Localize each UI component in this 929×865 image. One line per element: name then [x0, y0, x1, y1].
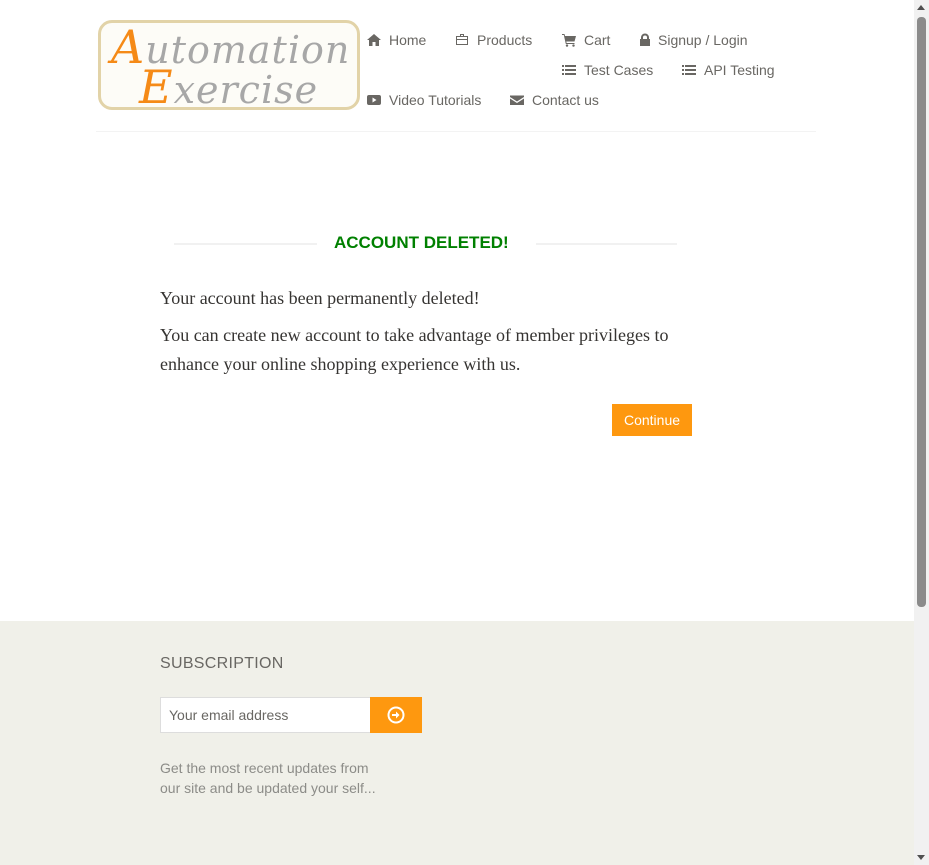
nav-test-cases-label: Test Cases [584, 62, 654, 78]
subscription-email-input[interactable] [160, 697, 371, 733]
list-icon [562, 65, 576, 75]
deleted-message: Your account has been permanently delete… [160, 288, 480, 308]
scroll-thumb[interactable] [917, 17, 926, 607]
privileges-message: You can create new account to take advan… [160, 325, 669, 374]
briefcase-icon [456, 34, 468, 45]
site-logo[interactable]: Automation Exercise [98, 20, 360, 110]
cart-icon [562, 34, 576, 47]
logo-letter-e: E [139, 60, 174, 110]
nav-video-tutorials-label: Video Tutorials [389, 92, 482, 108]
title-divider-left [174, 243, 317, 245]
nav-signup-login-label: Signup / Login [658, 32, 748, 48]
page-scrollbar[interactable] [914, 0, 929, 865]
nav-contact-us[interactable]: Contact us [510, 90, 599, 110]
nav-products-label: Products [477, 32, 533, 48]
list-icon [682, 65, 696, 75]
nav-contact-us-label: Contact us [532, 92, 599, 108]
nav-home-label: Home [389, 32, 427, 48]
subscribe-button[interactable] [370, 697, 422, 733]
nav-api-testing[interactable]: API Testing [682, 60, 775, 80]
envelope-icon [510, 95, 524, 105]
nav-products[interactable]: Products [455, 30, 532, 50]
subscription-note: Get the most recent updates from our sit… [160, 760, 376, 796]
arrow-circle-right-icon [387, 706, 405, 724]
logo-word-automation: utomation [145, 28, 351, 72]
youtube-play-icon [367, 95, 381, 105]
nav-signup-login[interactable]: Signup / Login [638, 30, 748, 50]
nav-cart-label: Cart [584, 32, 611, 48]
title-divider-right [536, 243, 677, 245]
account-deleted-heading: ACCOUNT DELETED! [174, 232, 677, 254]
nav-api-testing-label: API Testing [704, 62, 775, 78]
nav-cart[interactable]: Cart [562, 30, 610, 50]
nav-video-tutorials[interactable]: Video Tutorials [367, 90, 481, 110]
subscription-title: SUBSCRIPTION [160, 655, 284, 672]
scroll-up-arrow-icon[interactable] [917, 5, 925, 10]
nav-test-cases[interactable]: Test Cases [562, 60, 653, 80]
footer: SUBSCRIPTION Get the most recent updates… [0, 621, 914, 865]
scroll-down-arrow-icon[interactable] [917, 855, 925, 860]
continue-button[interactable]: Continue [612, 404, 692, 436]
page-title: ACCOUNT DELETED! [334, 233, 509, 252]
lock-icon [640, 33, 650, 46]
logo-word-exercise: xercise [173, 68, 319, 110]
nav-home[interactable]: Home [367, 30, 426, 50]
header-divider [96, 131, 816, 132]
home-icon [367, 34, 381, 46]
